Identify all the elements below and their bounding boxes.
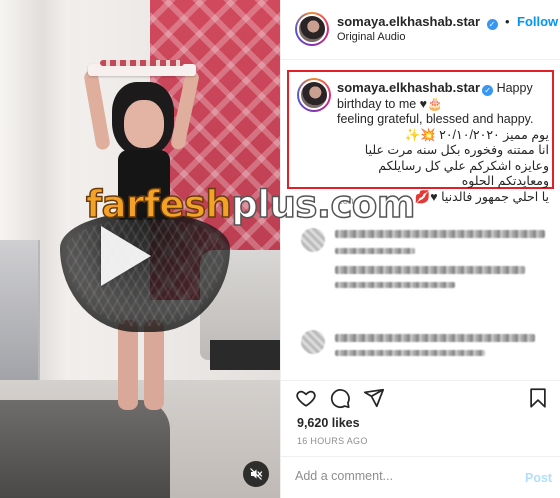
watermark-text-secondary: plus.com — [231, 183, 416, 226]
avatar[interactable] — [295, 12, 329, 46]
caption-highlight: somaya.elkhashab.star ✓ Happy birthday to… — [287, 70, 554, 204]
watermark-text-primary: farfesh — [85, 183, 232, 226]
comment-item — [301, 266, 551, 300]
header-user-row: somaya.elkhashab.star ✓ • Follow — [337, 13, 558, 31]
comment-avatar — [301, 330, 325, 354]
mute-button[interactable] — [243, 461, 269, 487]
verified-badge-icon: ✓ — [486, 19, 498, 30]
likes-count[interactable]: 9,620 likes — [297, 416, 360, 430]
watermark-logo: farfeshplus.com — [85, 183, 416, 226]
post-comment-button[interactable]: Post — [525, 471, 552, 485]
caption-line-3: يوم مميز ٢٠/١٠/٢٠٢٠ 💥✨ — [404, 127, 550, 142]
play-icon[interactable] — [101, 226, 151, 286]
post-username[interactable]: somaya.elkhashab.star — [337, 14, 480, 29]
mute-icon — [250, 468, 263, 480]
person-face — [124, 100, 164, 148]
background-sideboard — [0, 240, 40, 390]
comment-item — [301, 228, 551, 262]
person-arm-left — [83, 69, 111, 151]
share-icon[interactable] — [363, 387, 385, 409]
cake-tray — [88, 60, 196, 76]
comment-text-blurred — [335, 266, 525, 274]
heart-icon[interactable] — [295, 387, 317, 409]
comment-text-blurred — [335, 230, 545, 238]
comment-icon[interactable] — [329, 387, 351, 409]
audio-link[interactable]: Original Audio — [337, 31, 406, 43]
add-comment-bar: Post — [281, 456, 560, 498]
comment-text-blurred — [335, 334, 535, 342]
caption-username[interactable]: somaya.elkhashab.star — [337, 80, 480, 95]
comment-meta-blurred — [335, 350, 485, 356]
post-timestamp[interactable]: 16 HOURS AGO — [297, 436, 368, 446]
separator-dot: • — [504, 14, 510, 29]
background-table — [210, 340, 280, 370]
video-player[interactable] — [0, 0, 280, 498]
post-header: somaya.elkhashab.star ✓ • Follow Origina… — [281, 0, 560, 60]
person-leg-left — [118, 320, 138, 410]
comment-avatar — [301, 228, 325, 252]
bookmark-icon[interactable] — [527, 387, 549, 409]
caption-avatar[interactable] — [297, 78, 331, 112]
post-side-panel: somaya.elkhashab.star ✓ • Follow Origina… — [280, 0, 560, 498]
verified-badge-icon: ✓ — [482, 85, 494, 96]
action-bar — [281, 380, 560, 412]
person-leg-right — [144, 320, 164, 410]
caption-line-2: feeling grateful, blessed and happy. — [337, 112, 534, 126]
background-rug — [0, 400, 170, 498]
comment-item — [301, 330, 551, 364]
comment-meta-blurred — [335, 282, 455, 288]
comment-input[interactable] — [295, 469, 505, 483]
comment-meta-blurred — [335, 248, 415, 254]
follow-button[interactable]: Follow — [517, 14, 558, 29]
